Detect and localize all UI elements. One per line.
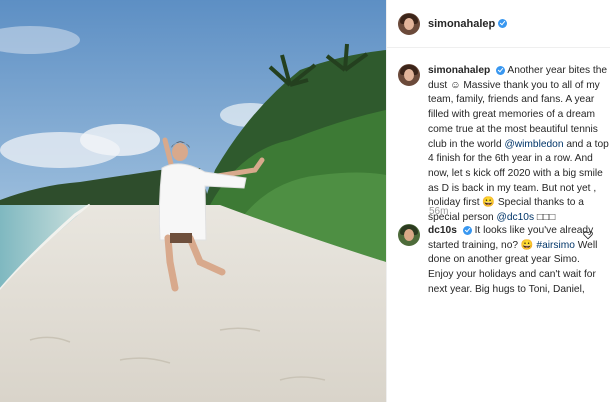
heart-icon[interactable] xyxy=(583,230,593,240)
avatar[interactable] xyxy=(398,224,420,246)
caption-part: and a top 4 finish for the 6th year in a… xyxy=(428,138,609,224)
comment-username[interactable]: dc10s xyxy=(428,225,457,236)
comment-row: dc10s It looks like you've already start… xyxy=(398,224,602,298)
caption-part: □□□ xyxy=(534,212,556,224)
post-header: simonahalep xyxy=(387,0,610,48)
caption-username[interactable]: simonahalep xyxy=(428,65,490,76)
post-panel: simonahalep simonahalep Another year bit… xyxy=(386,0,610,402)
avatar[interactable] xyxy=(398,12,420,35)
verified-badge-icon xyxy=(498,19,508,28)
caption-part: Another year bites the dust ☺ Massive th… xyxy=(428,65,608,150)
hashtag-link[interactable]: #airsimo xyxy=(536,240,575,251)
verified-badge-icon xyxy=(496,65,506,75)
header-username[interactable]: simonahalep xyxy=(428,18,495,30)
post-photo xyxy=(0,0,386,402)
timestamp[interactable]: 56m xyxy=(429,206,448,217)
caption-text: simonahalep Another year bites the dust … xyxy=(428,64,610,226)
caption: simonahalep Another year bites the dust … xyxy=(398,64,610,226)
mention-link[interactable]: @wimbledon xyxy=(504,139,563,150)
mention-link[interactable]: @dc10s xyxy=(497,212,535,223)
avatar[interactable] xyxy=(398,64,420,86)
verified-badge-icon xyxy=(462,225,472,235)
comment-text: dc10s It looks like you've already start… xyxy=(428,224,602,298)
